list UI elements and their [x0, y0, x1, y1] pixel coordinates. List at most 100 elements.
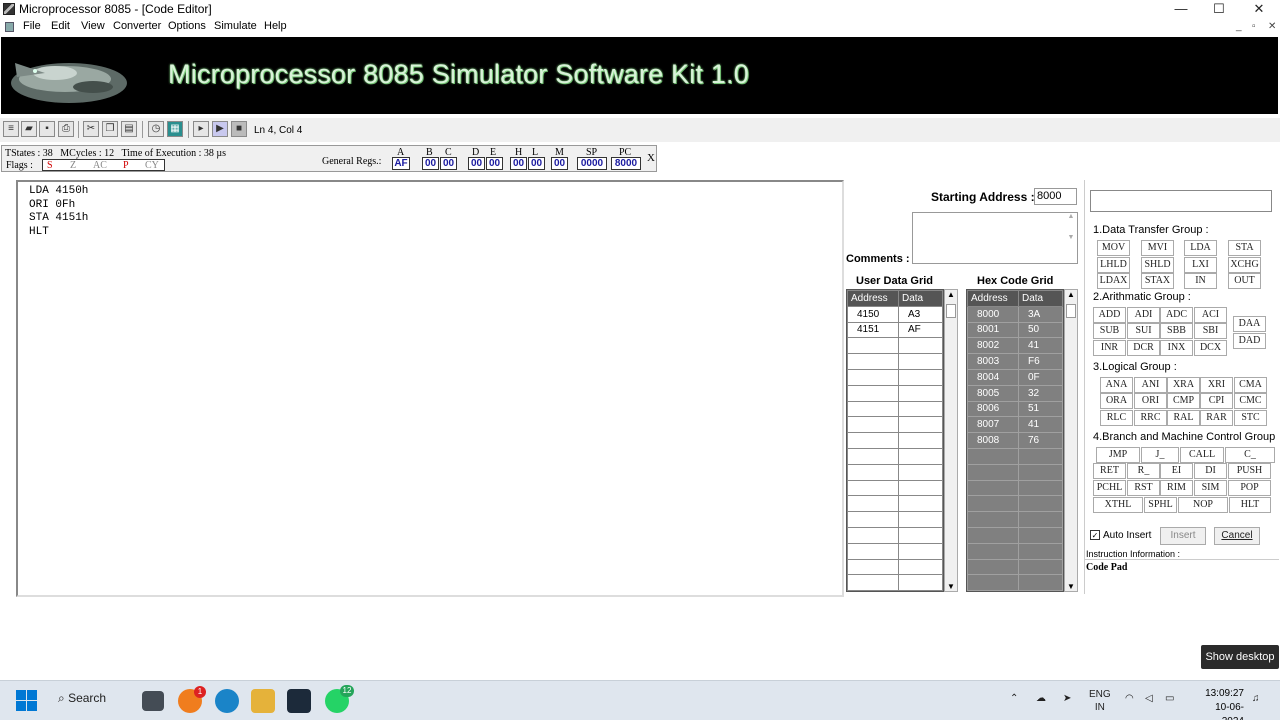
- instr-button[interactable]: ADI: [1127, 307, 1160, 323]
- cell[interactable]: 8000: [967, 305, 1019, 323]
- scroll-thumb[interactable]: [946, 304, 956, 318]
- table-row[interactable]: [967, 495, 1063, 513]
- scroll-up-icon[interactable]: ▲: [1067, 290, 1075, 299]
- save-icon[interactable]: ▪: [39, 121, 55, 137]
- table-row[interactable]: [847, 511, 943, 528]
- maximize-button[interactable]: ☐: [1200, 0, 1238, 18]
- cell[interactable]: 76: [1018, 432, 1063, 449]
- cancel-button[interactable]: Cancel: [1214, 527, 1260, 545]
- instr-button[interactable]: ADC: [1160, 307, 1193, 323]
- cell[interactable]: 3A: [1018, 305, 1063, 323]
- taskbar-search[interactable]: ⌕ Search: [58, 691, 106, 706]
- cell[interactable]: 50: [1018, 321, 1063, 339]
- volume-icon[interactable]: ◁: [1145, 693, 1153, 704]
- user-data-grid[interactable]: Address Data 4150 A3 4151 AF: [846, 289, 944, 592]
- instr-button[interactable]: CMC: [1234, 393, 1267, 409]
- table-row[interactable]: 8004 0F: [967, 368, 1063, 386]
- instr-button[interactable]: INR: [1093, 340, 1126, 356]
- table-row[interactable]: [967, 479, 1063, 497]
- table-row[interactable]: [967, 574, 1063, 591]
- close-button[interactable]: ✕: [1240, 0, 1278, 18]
- edge-icon[interactable]: [215, 689, 239, 713]
- cell[interactable]: 32: [1018, 384, 1063, 402]
- table-row[interactable]: [847, 526, 943, 544]
- scroll-down-icon[interactable]: ▼: [1067, 582, 1075, 591]
- instr-button[interactable]: DCR: [1127, 340, 1160, 356]
- mdi-restore-icon[interactable]: ▫: [1252, 21, 1256, 32]
- comments-box[interactable]: ▲ ▼: [912, 212, 1078, 264]
- instr-button[interactable]: RST: [1127, 480, 1160, 496]
- instr-button[interactable]: ORI: [1134, 393, 1167, 409]
- cell[interactable]: 41: [1018, 416, 1063, 434]
- instr-button[interactable]: NOP: [1178, 497, 1228, 513]
- menu-edit[interactable]: Edit: [51, 20, 70, 32]
- mdi-minimize-icon[interactable]: _: [1236, 21, 1242, 32]
- mdi-close-icon[interactable]: ✕: [1268, 21, 1276, 32]
- instr-button[interactable]: OUT: [1228, 273, 1261, 289]
- cell[interactable]: 8008: [967, 432, 1019, 449]
- task-view-icon[interactable]: [142, 691, 164, 711]
- instr-button[interactable]: SBB: [1160, 323, 1193, 339]
- hex-code-grid[interactable]: Address Data 8000 3A 8001 50 8002 41 8003 F6…: [966, 289, 1064, 592]
- table-row[interactable]: [967, 511, 1063, 528]
- table-row[interactable]: [847, 353, 943, 370]
- print-icon[interactable]: ⎙: [58, 121, 74, 137]
- menu-help[interactable]: Help: [264, 20, 287, 32]
- instr-button[interactable]: STC: [1234, 410, 1267, 426]
- open-folder-icon[interactable]: ▰: [21, 121, 37, 137]
- instr-button[interactable]: LHLD: [1097, 257, 1130, 273]
- checkbox-icon[interactable]: ✓: [1090, 530, 1100, 541]
- instr-button[interactable]: RIM: [1160, 480, 1193, 496]
- instr-button[interactable]: POP: [1228, 480, 1271, 496]
- table-row[interactable]: [967, 542, 1063, 560]
- cut-icon[interactable]: ✂: [83, 121, 99, 137]
- table-row[interactable]: [847, 558, 943, 576]
- instr-button[interactable]: ADD: [1093, 307, 1126, 323]
- instr-button[interactable]: EI: [1160, 463, 1193, 479]
- instr-button[interactable]: LDAX: [1097, 273, 1130, 289]
- instr-button[interactable]: XTHL: [1093, 497, 1143, 513]
- menu-simulate[interactable]: Simulate: [214, 20, 257, 32]
- cell[interactable]: 41: [1018, 337, 1063, 355]
- grid-icon[interactable]: ▦: [167, 121, 183, 137]
- table-row[interactable]: [967, 558, 1063, 576]
- table-row[interactable]: 8001 50: [967, 321, 1063, 339]
- table-row[interactable]: [847, 400, 943, 418]
- menu-file[interactable]: File: [23, 20, 41, 32]
- cell[interactable]: 8003: [967, 353, 1019, 370]
- status-close-button[interactable]: X: [647, 152, 655, 164]
- battery-icon[interactable]: ▭: [1165, 693, 1174, 704]
- cell[interactable]: F6: [1018, 353, 1063, 370]
- scroll-up-icon[interactable]: ▲: [947, 290, 955, 299]
- clock[interactable]: 13:09:27 10-06-2024: [1202, 687, 1244, 720]
- instr-button[interactable]: CALL: [1180, 447, 1224, 463]
- instr-button[interactable]: C_: [1225, 447, 1275, 463]
- instr-button[interactable]: LXI: [1184, 257, 1217, 273]
- windows-start-icon[interactable]: [15, 689, 39, 713]
- cell[interactable]: 8007: [967, 416, 1019, 434]
- instr-button[interactable]: SUB: [1093, 323, 1126, 339]
- cloud-icon[interactable]: ☁: [1036, 693, 1046, 704]
- code-text[interactable]: LDA 4150h ORI 0Fh STA 4151h HLT: [29, 185, 88, 239]
- user-grid-scrollbar[interactable]: ▲ ▼: [944, 289, 958, 592]
- table-row[interactable]: [967, 526, 1063, 544]
- scroll-down-icon[interactable]: ▼: [947, 582, 955, 591]
- code-editor[interactable]: LDA 4150h ORI 0Fh STA 4151h HLT: [16, 180, 844, 597]
- whatsapp-icon[interactable]: 12: [325, 685, 354, 713]
- table-row[interactable]: [847, 495, 943, 513]
- table-row[interactable]: 8005 32: [967, 384, 1063, 402]
- cell[interactable]: 51: [1018, 400, 1063, 418]
- instr-button[interactable]: XRA: [1167, 377, 1200, 393]
- instr-button[interactable]: RRC: [1134, 410, 1167, 426]
- instr-button[interactable]: XCHG: [1228, 257, 1261, 273]
- instr-button[interactable]: ANI: [1134, 377, 1167, 393]
- instr-button[interactable]: LDA: [1184, 240, 1217, 256]
- table-row[interactable]: [967, 447, 1063, 465]
- instr-button[interactable]: ACI: [1194, 307, 1227, 323]
- clock-icon[interactable]: ◷: [148, 121, 164, 137]
- cell[interactable]: 4151: [847, 321, 899, 339]
- send-icon[interactable]: ➤: [1063, 693, 1071, 704]
- menu-view[interactable]: View: [81, 20, 105, 32]
- instr-button[interactable]: DI: [1194, 463, 1227, 479]
- instr-button[interactable]: SIM: [1194, 480, 1227, 496]
